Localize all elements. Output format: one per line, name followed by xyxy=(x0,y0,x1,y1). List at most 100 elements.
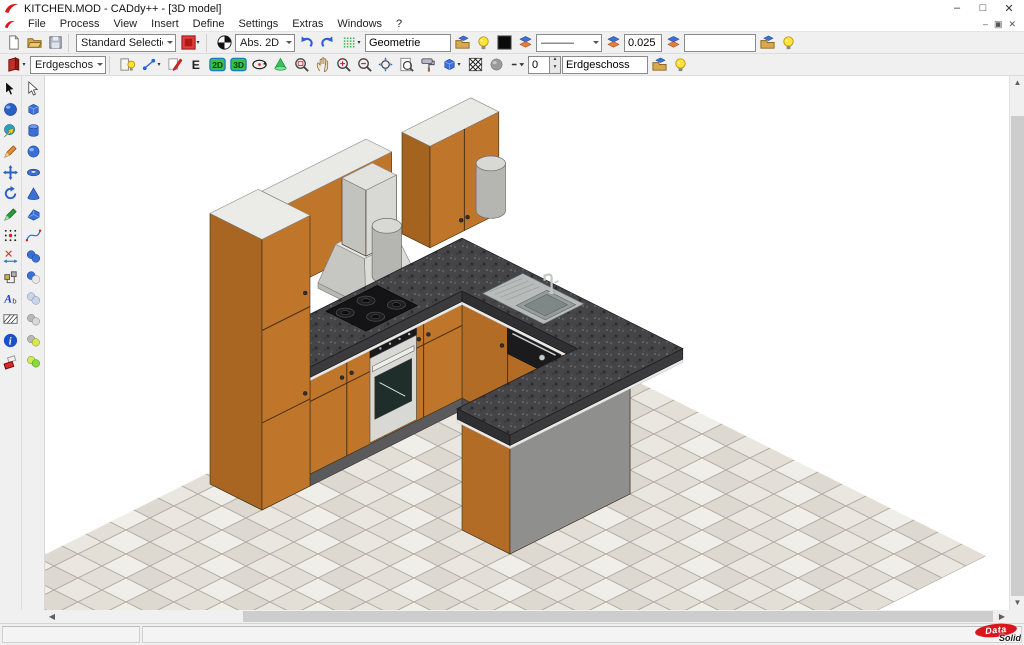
spline-tool-icon[interactable] xyxy=(23,225,43,245)
bulb-layers-icon[interactable] xyxy=(670,55,690,75)
rotate-tool-icon[interactable] xyxy=(1,183,21,203)
pencil-orange-icon[interactable] xyxy=(1,141,21,161)
grid-icon[interactable]: ▾ xyxy=(338,33,364,53)
storey-spinner[interactable]: ▲▼ xyxy=(528,56,561,74)
aperture-icon[interactable] xyxy=(214,33,234,53)
scroll-left-arrow[interactable]: ◀ xyxy=(45,610,59,623)
folder-layers-icon[interactable] xyxy=(757,33,777,53)
zoom-window-icon[interactable] xyxy=(291,55,311,75)
line-style-dropdown[interactable]: ——— xyxy=(536,34,602,52)
undo-icon[interactable] xyxy=(296,33,316,53)
eraser-icon[interactable] xyxy=(1,351,21,371)
storey-input[interactable] xyxy=(562,56,648,74)
coord-mode-dropdown[interactable]: Abs. 2D xyxy=(235,34,295,52)
bulb-layers-icon[interactable] xyxy=(778,33,798,53)
storey-tool-icon[interactable]: ▾ xyxy=(3,55,29,75)
spheres-green-icon[interactable] xyxy=(23,351,43,371)
hatch-lines-icon[interactable] xyxy=(1,309,21,329)
menu-[interactable]: ? xyxy=(389,18,409,30)
layers-icon[interactable] xyxy=(515,33,535,53)
hatch-pattern-icon[interactable] xyxy=(465,55,485,75)
link-icon[interactable]: ▾ xyxy=(138,55,164,75)
cursor-black-icon[interactable] xyxy=(1,78,21,98)
solid-wedge-icon[interactable] xyxy=(23,204,43,224)
solid-sphere-icon[interactable] xyxy=(23,141,43,161)
scroll-down-arrow[interactable]: ▼ xyxy=(1010,596,1024,610)
vertical-scroll-thumb[interactable] xyxy=(1011,116,1024,596)
zoom-all-icon[interactable] xyxy=(375,55,395,75)
horizontal-scroll-thumb[interactable] xyxy=(243,611,993,622)
menu-process[interactable]: Process xyxy=(53,18,107,30)
horizontal-scrollbar[interactable]: ◀ ▶ xyxy=(45,610,1009,623)
black-swatch-icon[interactable] xyxy=(494,33,514,53)
sphere-gray-icon[interactable] xyxy=(486,55,506,75)
kitchen-3d-model[interactable] xyxy=(45,76,1009,610)
solid-box-icon[interactable]: ▾ xyxy=(438,55,464,75)
menu-settings[interactable]: Settings xyxy=(231,18,285,30)
vertical-scrollbar[interactable]: ▲ ▼ xyxy=(1009,76,1024,610)
spheres-yellow-icon[interactable] xyxy=(23,330,43,350)
red-pen-icon[interactable] xyxy=(165,55,185,75)
spheres-gray-icon[interactable] xyxy=(23,309,43,329)
bool-intersect-icon[interactable] xyxy=(23,288,43,308)
storey-dropdown[interactable]: Erdgeschos xyxy=(30,56,106,74)
paint-roller-icon[interactable] xyxy=(417,55,437,75)
pan-hand-icon[interactable] xyxy=(312,55,332,75)
scroll-right-arrow[interactable]: ▶ xyxy=(995,610,1009,623)
redo-icon[interactable] xyxy=(317,33,337,53)
group-tool-icon[interactable] xyxy=(1,267,21,287)
menu-windows[interactable]: Windows xyxy=(330,18,389,30)
mdi-restore-button[interactable]: ▣ xyxy=(994,19,1003,30)
info-icon[interactable]: i xyxy=(1,330,21,350)
e-label-icon[interactable]: E xyxy=(186,55,206,75)
zoom-page-icon[interactable] xyxy=(396,55,416,75)
doc-new-icon[interactable] xyxy=(3,33,23,53)
selection-dropdown[interactable]: Standard Selection xyxy=(76,34,176,52)
zoom-out-icon[interactable] xyxy=(354,55,374,75)
view-cone-icon[interactable] xyxy=(270,55,290,75)
solid-box-icon[interactable] xyxy=(23,99,43,119)
folder-layers-icon[interactable] xyxy=(452,33,472,53)
maximize-button[interactable]: □ xyxy=(972,2,994,15)
pencil-green-icon[interactable] xyxy=(1,204,21,224)
dimension-icon[interactable] xyxy=(1,246,21,266)
drawing-canvas[interactable] xyxy=(45,76,1009,610)
color-swatch-red-icon[interactable]: ▾ xyxy=(177,33,203,53)
line-width-input[interactable] xyxy=(624,34,662,52)
view-2d-icon[interactable]: 2D xyxy=(207,55,227,75)
empty-input[interactable] xyxy=(684,34,756,52)
zoom-in-icon[interactable] xyxy=(333,55,353,75)
menu-insert[interactable]: Insert xyxy=(144,18,186,30)
minimize-button[interactable]: – xyxy=(946,2,968,15)
bool-union-icon[interactable] xyxy=(23,246,43,266)
menu-extras[interactable]: Extras xyxy=(285,18,330,30)
rotate-view-icon[interactable] xyxy=(249,55,269,75)
view-sphere-icon[interactable] xyxy=(1,120,21,140)
door-bulb-icon[interactable] xyxy=(117,55,137,75)
layers-icon[interactable] xyxy=(603,33,623,53)
save-icon[interactable] xyxy=(45,33,65,53)
bool-subtract-icon[interactable] xyxy=(23,267,43,287)
mdi-minimize-button[interactable]: – xyxy=(983,19,988,30)
menu-view[interactable]: View xyxy=(106,18,144,30)
move-tool-icon[interactable] xyxy=(1,162,21,182)
layer-name-input[interactable] xyxy=(365,34,451,52)
cursor-white-icon[interactable] xyxy=(23,78,43,98)
menu-file[interactable]: File xyxy=(21,18,53,30)
scroll-up-arrow[interactable]: ▲ xyxy=(1010,76,1024,90)
folder-open-icon[interactable] xyxy=(24,33,44,53)
menu-define[interactable]: Define xyxy=(186,18,232,30)
solid-cylinder-icon[interactable] xyxy=(23,120,43,140)
mdi-close-button[interactable]: ✕ xyxy=(1008,19,1016,30)
solid-torus-icon[interactable] xyxy=(23,162,43,182)
dash-drop-icon[interactable] xyxy=(507,55,527,75)
text-tool-icon[interactable]: Ab xyxy=(1,288,21,308)
snap-points-icon[interactable] xyxy=(1,225,21,245)
close-button[interactable]: ✕ xyxy=(998,2,1020,15)
view-3d-icon[interactable]: 3D xyxy=(228,55,248,75)
layers-icon[interactable] xyxy=(663,33,683,53)
sphere-blue-icon[interactable] xyxy=(1,99,21,119)
folder-layers-icon[interactable] xyxy=(649,55,669,75)
solid-cone-icon[interactable] xyxy=(23,183,43,203)
bulb-layers-icon[interactable] xyxy=(473,33,493,53)
